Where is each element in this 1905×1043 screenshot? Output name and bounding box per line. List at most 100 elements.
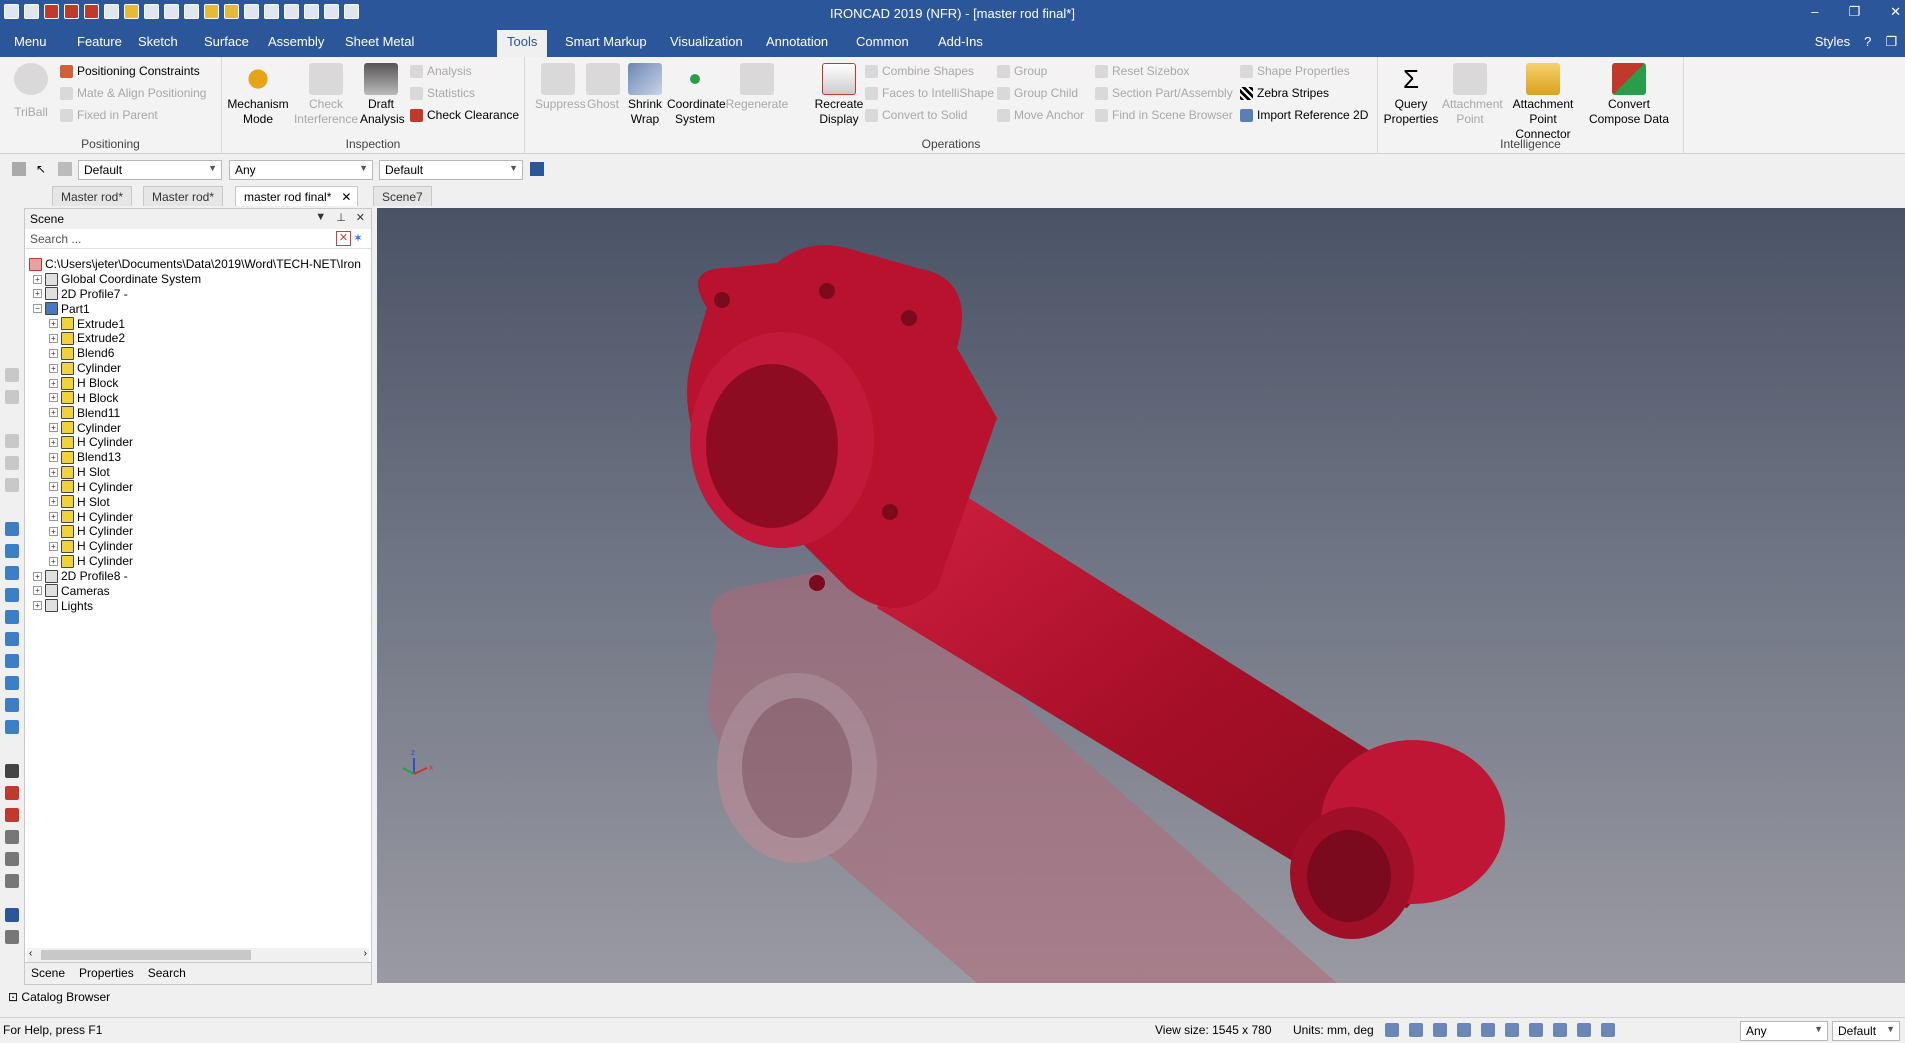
rotate-icon[interactable] (5, 852, 19, 866)
convert-to-solid-button[interactable]: Convert to Solid (865, 108, 967, 122)
expand-toggle-icon[interactable]: + (49, 378, 58, 388)
selection-filter-combo[interactable]: Any ▼ (229, 160, 373, 180)
advanced-search-icon[interactable]: ✶ (353, 231, 368, 246)
view-cube-icon[interactable] (1481, 1023, 1495, 1037)
section-part-button[interactable]: Section Part/Assembly (1095, 86, 1233, 100)
tab-tools[interactable]: Tools (497, 30, 548, 57)
zebra-stripes-button[interactable]: Zebra Stripes (1240, 86, 1329, 100)
orbit-icon[interactable] (1433, 1023, 1447, 1037)
sweep-icon[interactable] (5, 698, 19, 712)
arrow-icon[interactable] (5, 908, 19, 922)
triball-button[interactable]: TriBall (10, 63, 52, 120)
style-combo[interactable]: Default ▼ (78, 160, 222, 180)
minimize-button[interactable]: – (1811, 4, 1818, 20)
expand-toggle-icon[interactable]: + (49, 526, 58, 536)
tab-annotation[interactable]: Annotation (766, 34, 828, 49)
tab-visualization[interactable]: Visualization (670, 34, 743, 49)
positioning-constraints-button[interactable]: Positioning Constraints (60, 64, 200, 78)
tool-icon[interactable] (5, 390, 19, 404)
expand-toggle-icon[interactable]: + (49, 497, 58, 507)
tree-node[interactable]: + Lights (33, 597, 93, 615)
restore-doc-icon[interactable]: ❐ (1885, 34, 1897, 50)
torus-icon[interactable] (5, 610, 19, 624)
cylinder-icon[interactable] (5, 544, 19, 558)
doc-tab-master-rod-2[interactable]: Master rod* (143, 186, 224, 206)
spin-icon[interactable] (5, 676, 19, 690)
combine-shapes-button[interactable]: Combine Shapes (865, 64, 974, 78)
scroll-thumb[interactable] (41, 950, 251, 960)
expand-toggle-icon[interactable]: + (49, 512, 58, 522)
display-icon[interactable] (1577, 1023, 1591, 1037)
pointer-icon[interactable] (12, 162, 26, 176)
tab-smart-markup[interactable]: Smart Markup (565, 34, 647, 49)
attachment-point-button[interactable]: Attachment Point (1442, 63, 1503, 127)
dimension-icon[interactable] (5, 808, 19, 822)
lights-icon[interactable] (1505, 1023, 1519, 1037)
expand-toggle-icon[interactable]: + (49, 541, 58, 551)
tab-feature[interactable]: Feature (77, 34, 122, 49)
tab-sketch[interactable]: Sketch (138, 34, 178, 49)
expand-toggle-icon[interactable]: + (49, 482, 58, 492)
extrude-icon[interactable] (5, 654, 19, 668)
scene-tab[interactable]: Scene (31, 966, 65, 981)
doc-tab-master-rod-final[interactable]: master rod final* ✕ (235, 186, 359, 206)
pin-icon[interactable]: ⊥ (336, 211, 346, 224)
mechanism-mode-button[interactable]: Mechanism Mode (226, 63, 290, 127)
zoom-fit-icon[interactable] (1385, 1023, 1399, 1037)
cone-icon[interactable] (5, 566, 19, 580)
shape-properties-button[interactable]: Shape Properties (1240, 64, 1350, 78)
help-icon[interactable]: ? (1864, 34, 1871, 50)
section-view-icon[interactable] (1553, 1023, 1567, 1037)
doc-tab-master-rod-1[interactable]: Master rod* (52, 186, 133, 206)
shrink-wrap-button[interactable]: Shrink Wrap (625, 63, 665, 127)
clear-search-icon[interactable]: ✕ (336, 231, 351, 246)
close-panel-icon[interactable]: ✕ (356, 211, 365, 224)
find-in-scene-button[interactable]: Find in Scene Browser (1095, 108, 1233, 122)
ghost-button[interactable]: Ghost (583, 63, 623, 112)
suppress-button[interactable]: Suppress (535, 63, 586, 112)
3d-viewport[interactable]: z x (377, 208, 1905, 983)
expand-toggle-icon[interactable]: + (49, 348, 58, 358)
tool-icon[interactable] (5, 434, 19, 448)
statistics-button[interactable]: Statistics (410, 86, 475, 100)
mate-align-button[interactable]: Mate & Align Positioning (60, 86, 206, 100)
expand-toggle-icon[interactable]: + (49, 393, 58, 403)
sphere-icon[interactable] (5, 588, 19, 602)
expand-toggle-icon[interactable]: + (49, 333, 58, 343)
doc-tab-scene7[interactable]: Scene7 (373, 186, 432, 206)
group-child-button[interactable]: Group Child (997, 86, 1078, 100)
coordinate-system-button[interactable]: Coordinate System (667, 63, 726, 127)
tool-icon[interactable] (5, 456, 19, 470)
recreate-display-button[interactable]: Recreate Display (813, 63, 865, 127)
expand-toggle-icon[interactable]: + (33, 274, 42, 284)
expand-toggle-icon[interactable]: + (49, 363, 58, 373)
catalog-browser-label[interactable]: Catalog Browser (21, 990, 110, 1004)
circle-icon[interactable] (5, 874, 19, 888)
loft-icon[interactable] (5, 720, 19, 734)
expand-toggle-icon[interactable]: + (49, 467, 58, 477)
tab-menu[interactable]: Menu (14, 34, 47, 49)
window-controls[interactable]: – ❐ ✕ (1811, 4, 1901, 20)
attachment-point-connector-button[interactable]: Attachment Point Connector (1500, 63, 1586, 142)
expand-toggle-icon[interactable]: + (49, 556, 58, 566)
expand-toggle-icon[interactable]: + (33, 571, 42, 581)
tab-add-ins[interactable]: Add-Ins (938, 34, 983, 49)
catalog-browser-bar[interactable]: ⊡ Catalog Browser (0, 987, 1905, 1007)
styles-menu[interactable]: Styles (1815, 34, 1850, 50)
dropdown-icon[interactable]: ▼ (315, 211, 326, 224)
search-input[interactable]: Search ... (30, 232, 81, 246)
search-tab[interactable]: Search (148, 966, 186, 981)
select-mode-icon[interactable] (1601, 1023, 1615, 1037)
tool-icon[interactable] (5, 368, 19, 382)
expand-toggle-icon[interactable]: + (49, 319, 58, 328)
draft-analysis-button[interactable]: Draft Analysis (360, 63, 405, 127)
fixed-in-parent-button[interactable]: Fixed in Parent (60, 108, 158, 122)
convert-compose-button[interactable]: Convert Compose Data (1588, 63, 1670, 127)
expand-toggle-icon[interactable]: + (33, 289, 42, 299)
connecting-rod-model[interactable]: z x (377, 208, 1905, 983)
angle-icon[interactable] (5, 830, 19, 844)
horizontal-scrollbar[interactable]: ‹ › (27, 948, 369, 962)
line-icon[interactable] (5, 764, 19, 778)
properties-tab[interactable]: Properties (79, 966, 134, 981)
expand-toggle-icon[interactable]: + (49, 452, 58, 462)
